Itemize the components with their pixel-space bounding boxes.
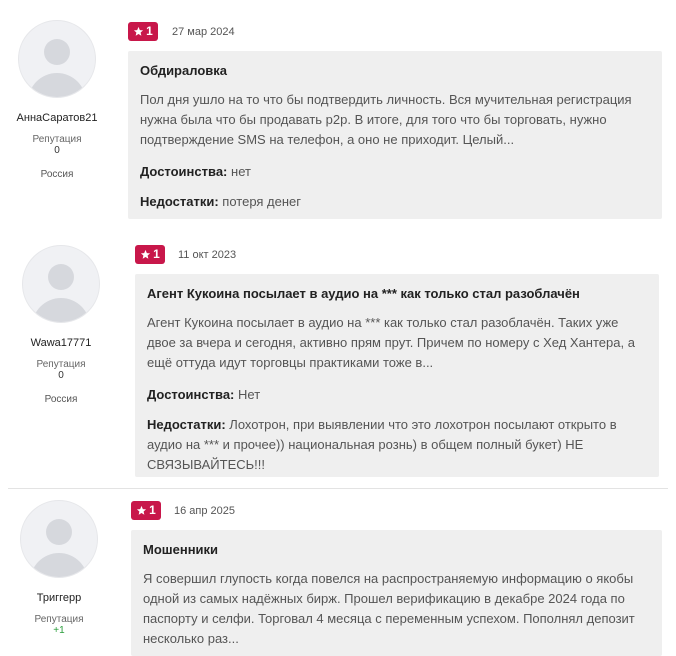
review-title[interactable]: Мошенники [143, 542, 650, 557]
star-icon [137, 505, 147, 515]
default-avatar-icon[interactable] [20, 500, 98, 578]
reputation-value: +1 [53, 625, 65, 636]
reputation-label: Репутация [34, 614, 84, 625]
review-date: 16 апр 2025 [174, 505, 236, 517]
review-card[interactable]: Мошенники Я совершил глупость когда пове… [131, 530, 662, 656]
review-author: Триггерр Репутация +1 [12, 500, 106, 637]
rating-value: 1 [149, 503, 156, 517]
review-item: Триггерр Репутация +1 1 16 апр 2025 Моше… [0, 0, 676, 656]
review-text: Я совершил глупость когда повелся на рас… [143, 571, 635, 646]
rating-badge: 1 [131, 501, 161, 520]
author-name[interactable]: Триггерр [12, 592, 106, 604]
